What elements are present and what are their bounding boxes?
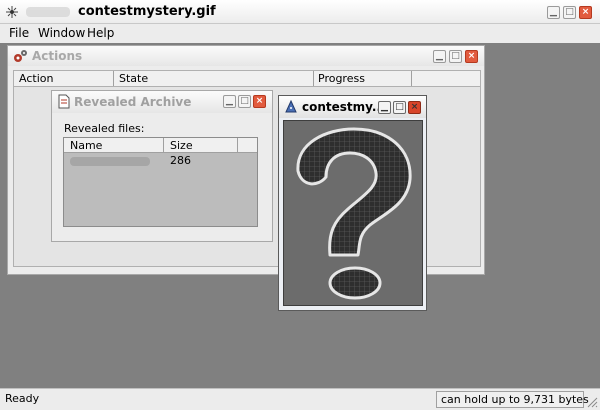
wizard-icon: [285, 100, 297, 113]
close-icon: ×: [581, 7, 590, 17]
revealed-files-label: Revealed files:: [64, 122, 145, 135]
archive-title: Revealed Archive: [74, 95, 192, 109]
column-name[interactable]: Name: [70, 139, 102, 152]
close-button[interactable]: ×: [579, 6, 592, 19]
close-icon: ×: [255, 96, 264, 106]
image-minimize-button[interactable]: ▁: [378, 101, 391, 114]
maximize-icon: □: [565, 7, 574, 17]
blurred-file-name: [70, 157, 150, 166]
minimize-icon: ▁: [436, 51, 443, 61]
column-state[interactable]: State: [119, 72, 148, 85]
window-title: contestmystery.gif: [78, 4, 216, 19]
status-capacity-panel: can hold up to 9,731 bytes: [436, 391, 589, 408]
maximize-icon: □: [451, 51, 460, 61]
column-divider[interactable]: [237, 138, 238, 152]
column-divider[interactable]: [163, 138, 164, 152]
maximize-button[interactable]: □: [563, 6, 576, 19]
minimize-icon: ▁: [550, 7, 557, 17]
minimize-icon: ▁: [381, 102, 388, 112]
archive-minimize-button[interactable]: ▁: [223, 95, 236, 108]
image-window: contestmy... ▁ □ ×: [278, 95, 427, 311]
revealed-archive-window: Revealed Archive ▁ □ × Revealed files: N…: [51, 90, 273, 242]
menu-window[interactable]: Window: [38, 26, 85, 40]
actions-close-button[interactable]: ×: [465, 50, 478, 63]
actions-title: Actions: [32, 49, 83, 63]
column-divider[interactable]: [113, 71, 114, 86]
menu-bar: File Window Help: [0, 24, 600, 43]
archive-titlebar[interactable]: Revealed Archive ▁ □ ×: [52, 91, 272, 113]
sparkle-icon: [6, 6, 18, 18]
file-size: 286: [170, 154, 191, 167]
revealed-files-header: Name Size: [64, 138, 257, 153]
document-icon: [58, 94, 70, 109]
actions-titlebar[interactable]: Actions ▁ □ ×: [8, 46, 484, 66]
minimize-icon: ▁: [226, 96, 233, 106]
image-window-title: contestmy...: [302, 100, 386, 114]
status-capacity-text: can hold up to 9,731 bytes: [441, 393, 589, 406]
column-size[interactable]: Size: [170, 139, 193, 152]
column-progress[interactable]: Progress: [318, 72, 365, 85]
menu-help[interactable]: Help: [87, 26, 114, 40]
blurred-title-prefix: [26, 7, 70, 17]
actions-maximize-button[interactable]: □: [449, 50, 462, 63]
resize-grip-icon[interactable]: [587, 397, 598, 408]
gears-icon: [14, 50, 27, 62]
archive-maximize-button[interactable]: □: [238, 95, 251, 108]
archive-close-button[interactable]: ×: [253, 95, 266, 108]
minimize-button[interactable]: ▁: [547, 6, 560, 19]
image-maximize-button[interactable]: □: [393, 101, 406, 114]
question-mark-image: [296, 127, 412, 300]
column-action[interactable]: Action: [19, 72, 53, 85]
status-bar: Ready can hold up to 9,731 bytes: [0, 388, 600, 410]
menu-file[interactable]: File: [9, 26, 29, 40]
actions-list-header: Action State Progress: [13, 70, 481, 87]
main-titlebar: contestmystery.gif ▁ □ ×: [0, 0, 600, 24]
table-row[interactable]: 286: [64, 154, 257, 168]
image-titlebar[interactable]: contestmy... ▁ □ ×: [279, 96, 426, 118]
maximize-icon: □: [240, 96, 249, 106]
image-close-button[interactable]: ×: [408, 101, 421, 114]
column-divider[interactable]: [411, 71, 412, 86]
maximize-icon: □: [395, 102, 404, 112]
image-canvas: [283, 120, 423, 306]
close-icon: ×: [467, 51, 476, 61]
actions-minimize-button[interactable]: ▁: [433, 50, 446, 63]
status-text: Ready: [5, 392, 40, 405]
close-icon: ×: [410, 102, 419, 112]
revealed-files-list[interactable]: Name Size 286: [63, 137, 258, 227]
column-divider[interactable]: [313, 71, 314, 86]
